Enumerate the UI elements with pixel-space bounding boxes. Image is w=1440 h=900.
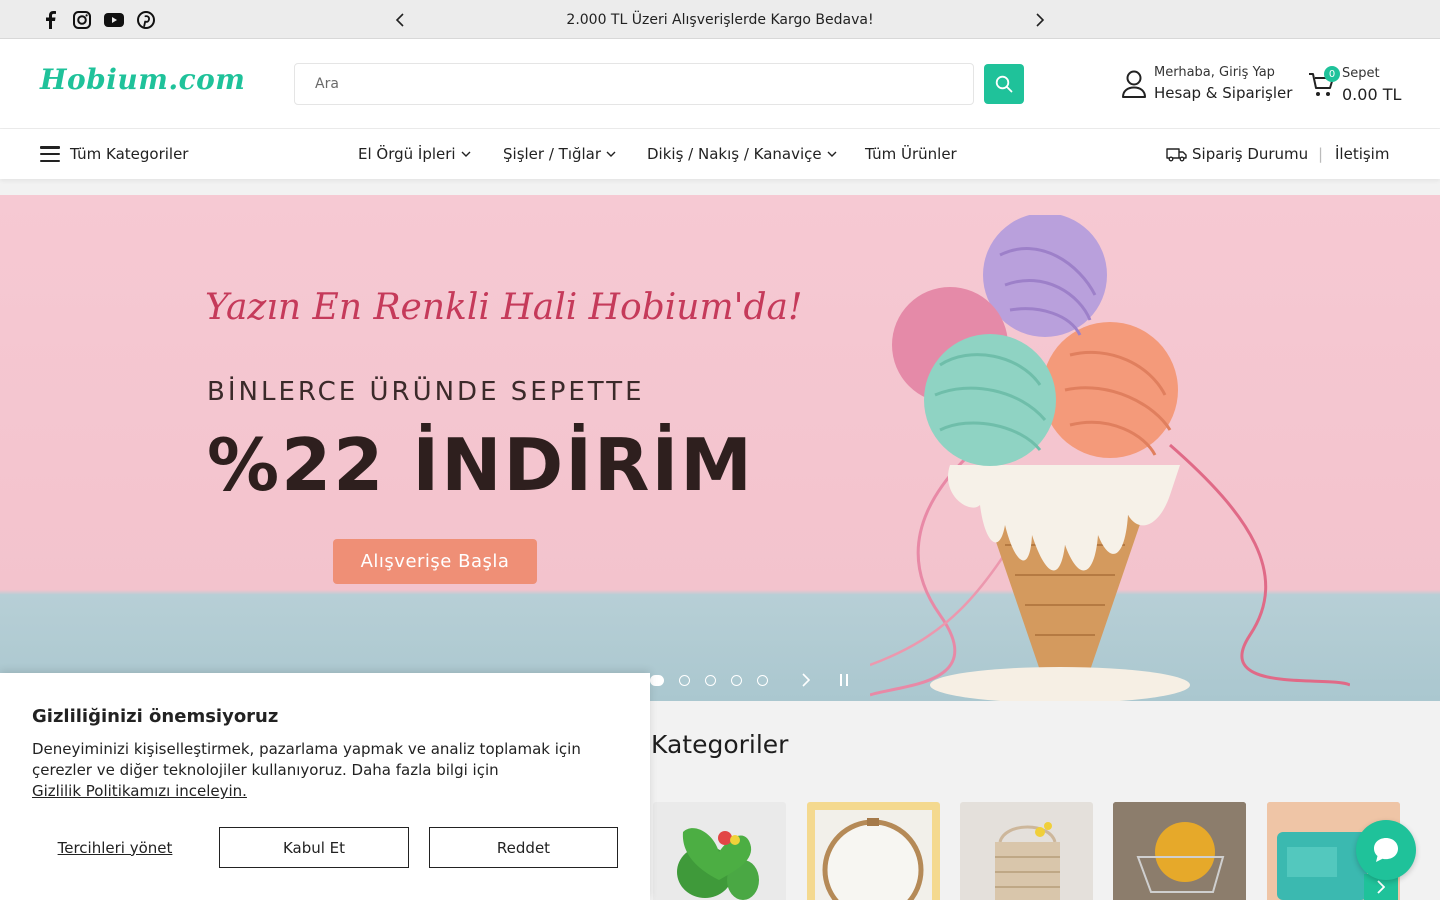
top-bar: 2.000 TL Üzeri Alışverişlerde Kargo Beda… <box>0 0 1440 39</box>
nav-item-all-products[interactable]: Tüm Ürünler <box>865 129 957 179</box>
contact-label: İletişim <box>1335 145 1390 163</box>
slider-pause-icon[interactable] <box>836 671 852 689</box>
slider-dot[interactable] <box>679 674 690 686</box>
hero-subheading: BİNLERCE ÜRÜNDE SEPETTE <box>207 377 645 407</box>
category-card-amigurumi[interactable] <box>653 802 786 900</box>
shop-now-button[interactable]: Alışverişe Başla <box>333 539 537 584</box>
search-input[interactable] <box>294 63 974 105</box>
slider-dot[interactable] <box>705 674 716 686</box>
all-categories-menu[interactable]: Tüm Kategoriler <box>40 129 188 179</box>
order-status-link[interactable]: Sipariş Durumu <box>1166 129 1308 179</box>
chevron-down-icon <box>461 151 471 157</box>
search-button[interactable] <box>984 64 1024 104</box>
pinterest-icon[interactable] <box>136 10 156 30</box>
user-icon <box>1122 70 1146 98</box>
privacy-policy-link[interactable]: Gizlilik Politikamızı inceleyin. <box>32 782 247 800</box>
cookie-description: Deneyiminizi kişiselleştirmek, pazarlama… <box>32 740 581 779</box>
order-status-label: Sipariş Durumu <box>1192 145 1309 163</box>
categories-title: Kategoriler <box>651 730 789 759</box>
hero-banner[interactable]: Yazın En Renkli Hali Hobium'da! BİNLERCE… <box>0 195 1440 701</box>
cookie-title: Gizliliğinizi önemsiyoruz <box>32 706 279 727</box>
slider-dot[interactable] <box>731 674 742 686</box>
reject-cookies-button[interactable]: Reddet <box>429 827 618 868</box>
chevron-down-icon <box>827 151 837 157</box>
nav-item-needles[interactable]: Şişler / Tığlar <box>503 129 616 179</box>
cart-link[interactable]: 0 Sepet 0.00 TL <box>1308 61 1418 109</box>
search-icon <box>995 75 1013 93</box>
accept-cookies-button[interactable]: Kabul Et <box>219 827 409 868</box>
cart-label: Sepet <box>1342 66 1380 81</box>
site-header: Hobium.com Merhaba, Giriş Yap Hesap & Si… <box>0 39 1440 129</box>
embroidery-hoop-image <box>815 810 932 900</box>
nav-item-label: Şişler / Tığlar <box>503 145 602 163</box>
nav-item-label: Tüm Ürünler <box>865 145 957 163</box>
hamburger-icon <box>40 146 60 162</box>
all-categories-label: Tüm Kategoriler <box>70 145 189 163</box>
macrame-bag-image <box>995 822 1060 900</box>
promo-prev-icon[interactable] <box>390 10 410 30</box>
cart-total: 0.00 TL <box>1342 85 1402 104</box>
account-label: Hesap & Siparişler <box>1154 84 1293 102</box>
promo-text: 2.000 TL Üzeri Alışverişlerde Kargo Beda… <box>566 11 874 28</box>
main-nav: Tüm Kategoriler El Örgü İpleri Şişler / … <box>0 129 1440 179</box>
facebook-icon[interactable] <box>40 10 60 30</box>
slider-dot[interactable] <box>757 674 768 686</box>
hero-heading: %22 İNDİRİM <box>207 423 754 507</box>
instagram-icon[interactable] <box>72 10 92 30</box>
truck-icon <box>1166 148 1187 162</box>
cart-count-badge: 0 <box>1324 66 1340 82</box>
nav-item-label: El Örgü İpleri <box>358 145 456 163</box>
category-card-macrame[interactable] <box>960 802 1093 900</box>
slider-next-icon[interactable] <box>798 671 814 689</box>
nav-item-label: Dikiş / Nakış / Kanaviçe <box>647 145 822 163</box>
youtube-icon[interactable] <box>104 10 124 30</box>
site-logo[interactable]: Hobium.com <box>40 63 245 96</box>
cookie-text: Deneyiminizi kişiselleştirmek, pazarlama… <box>32 739 612 802</box>
promo-next-icon[interactable] <box>1030 10 1050 30</box>
chat-button[interactable] <box>1356 820 1416 880</box>
slider-dots <box>650 673 783 687</box>
contact-link[interactable]: İletişim <box>1335 129 1389 179</box>
category-card-shopping[interactable] <box>1113 802 1246 900</box>
nav-item-sewing[interactable]: Dikiş / Nakış / Kanaviçe <box>647 129 837 179</box>
yarn-cart-image <box>1113 802 1246 900</box>
slider-dot[interactable] <box>650 674 664 686</box>
cactus-image <box>677 828 759 900</box>
chat-icon <box>1374 838 1398 862</box>
category-card-embroidery[interactable] <box>807 802 940 900</box>
chevron-down-icon <box>606 151 616 157</box>
manage-preferences-button[interactable]: Tercihleri yönet <box>32 827 198 868</box>
account-greeting: Merhaba, Giriş Yap <box>1154 65 1275 80</box>
cookie-consent-banner: Gizliliğinizi önemsiyoruz Deneyiminizi k… <box>0 673 650 900</box>
yarn-ice-cream-image <box>870 215 1350 701</box>
account-link[interactable]: Merhaba, Giriş Yap Hesap & Siparişler <box>1120 61 1300 109</box>
nav-item-yarns[interactable]: El Örgü İpleri <box>358 129 471 179</box>
hero-tagline: Yazın En Renkli Hali Hobium'da! <box>205 287 803 328</box>
nav-separator: | <box>1318 145 1324 163</box>
